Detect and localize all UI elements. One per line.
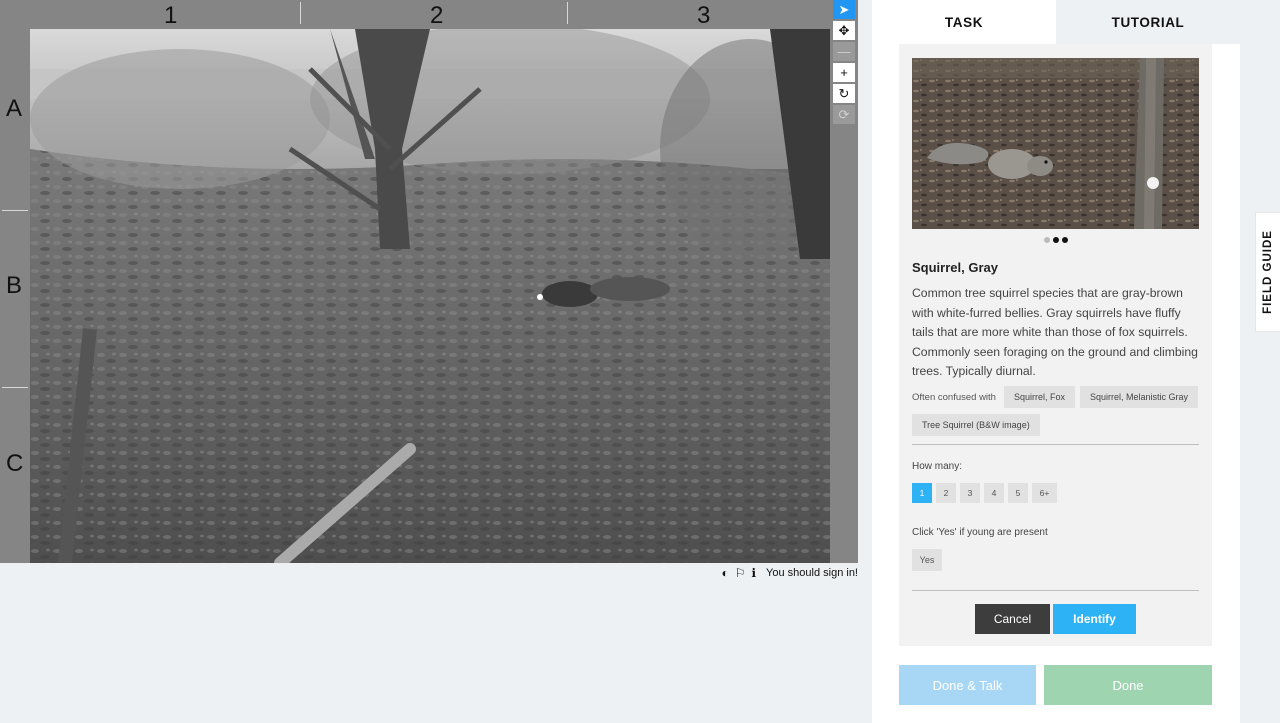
zoom-out-icon[interactable]: —	[833, 42, 855, 61]
species-example-photo	[912, 58, 1199, 229]
section-divider	[912, 590, 1199, 591]
cancel-button[interactable]: Cancel	[975, 604, 1050, 634]
grid-row-label: B	[6, 272, 23, 299]
identify-button[interactable]: Identify	[1053, 604, 1136, 634]
rotate-icon[interactable]: ↻	[833, 84, 855, 103]
photo-carousel-dots	[899, 237, 1212, 243]
squirrel-reference-image	[912, 58, 1199, 229]
subject-meta-bar: ◐ ⚐ ℹ You should sign in!	[721, 566, 858, 580]
section-divider	[912, 444, 1199, 445]
grid-column-label: 1	[164, 2, 178, 29]
grid-divider	[567, 2, 568, 24]
task-panel: TASK TUTORIAL Squirrel, Gray Common tree…	[872, 0, 1240, 723]
camera-trap-photo	[30, 29, 830, 563]
done-and-talk-button[interactable]: Done & Talk	[899, 665, 1036, 705]
young-yes-button[interactable]: Yes	[912, 549, 942, 571]
viewer-toolbar: ➤ ✥ — + ↻ ⟳	[833, 0, 857, 126]
subject-viewer: 1 2 3 A B C ➤ ✥ — + ↻ ⟳	[0, 0, 858, 563]
carousel-dot[interactable]	[1061, 237, 1068, 243]
pointer-icon[interactable]: ➤	[833, 0, 855, 19]
tab-tutorial[interactable]: TUTORIAL	[1056, 0, 1240, 44]
subject-image[interactable]	[30, 29, 830, 563]
contrast-icon[interactable]: ◐	[721, 566, 728, 580]
confused-species-chip[interactable]: Squirrel, Melanistic Gray	[1080, 386, 1199, 408]
field-guide-tab[interactable]: FIELD GUIDE	[1255, 212, 1280, 332]
count-option-6-plus[interactable]: 6+	[1032, 483, 1057, 503]
confused-with-label: Often confused with	[912, 391, 996, 403]
confused-species-chip[interactable]: Tree Squirrel (B&W image)	[912, 414, 1040, 436]
zoom-in-icon[interactable]: +	[833, 63, 855, 82]
grid-column-label: 2	[430, 2, 444, 29]
grid-divider	[300, 2, 301, 24]
reset-icon[interactable]: ⟳	[833, 105, 855, 124]
identify-actions: Cancel Identify	[899, 604, 1212, 634]
count-option-3[interactable]: 3	[960, 483, 980, 503]
grid-column-label: 3	[697, 2, 711, 29]
count-option-4[interactable]: 4	[984, 483, 1004, 503]
count-option-5[interactable]: 5	[1008, 483, 1028, 503]
confused-species-chip[interactable]: Squirrel, Fox	[1003, 386, 1075, 408]
signin-notice: You should sign in!	[766, 567, 858, 579]
species-description: Common tree squirrel species that are gr…	[912, 286, 1198, 378]
field-guide-label: FIELD GUIDE	[1262, 230, 1274, 314]
confused-with-row: Often confused with Squirrel, Fox Squirr…	[912, 386, 1202, 436]
move-icon[interactable]: ✥	[833, 21, 855, 40]
grid-divider	[2, 387, 28, 388]
grid-row-label: A	[6, 95, 23, 122]
carousel-dot[interactable]	[1043, 237, 1050, 243]
how-many-label: How many:	[912, 461, 963, 472]
count-option-2[interactable]: 2	[936, 483, 956, 503]
species-name: Squirrel, Gray	[912, 260, 998, 275]
young-present-label: Click 'Yes' if young are present	[912, 527, 1048, 538]
carousel-dot[interactable]	[1052, 237, 1059, 243]
info-icon[interactable]: ℹ	[751, 566, 756, 580]
species-card: Squirrel, Gray Common tree squirrel spec…	[899, 44, 1212, 646]
grid-row-label: C	[6, 450, 24, 477]
count-option-1[interactable]: 1	[912, 483, 932, 503]
done-button[interactable]: Done	[1044, 665, 1212, 705]
tab-task[interactable]: TASK	[872, 0, 1056, 44]
grid-divider	[2, 210, 28, 211]
panel-tabs: TASK TUTORIAL	[872, 0, 1240, 44]
flag-icon[interactable]: ⚐	[735, 566, 746, 580]
count-selector: 1 2 3 4 5 6+	[912, 483, 1057, 503]
